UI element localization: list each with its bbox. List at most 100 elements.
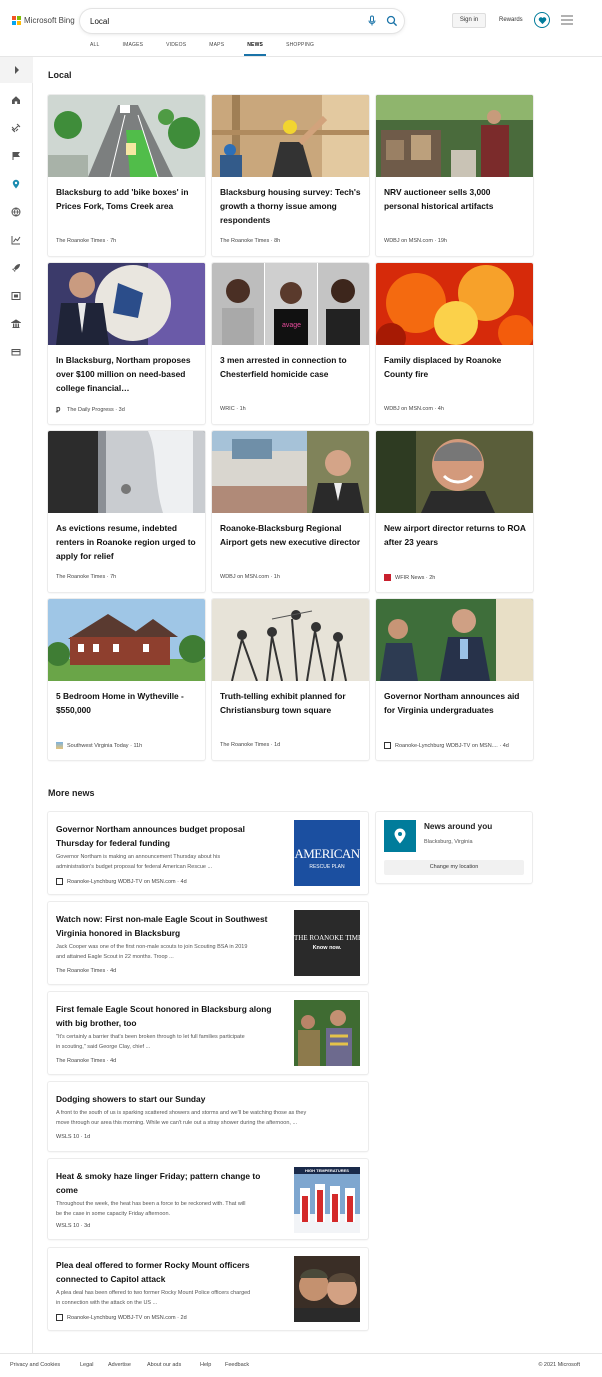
more-news-item[interactable]: Plea deal offered to former Rocky Mount … xyxy=(48,1248,368,1330)
footer-link-advertise[interactable]: Advertise xyxy=(108,1362,131,1368)
footer-link-about-ads[interactable]: About our ads xyxy=(147,1362,181,1368)
more-news-source: WSLS 10 · 1d xyxy=(56,1134,91,1140)
more-news-item[interactable]: Dodging showers to start our Sunday A fr… xyxy=(48,1082,368,1151)
more-news-source: Roanoke-Lynchburg WDBJ-TV on MSN.com · 4… xyxy=(56,878,187,885)
more-news-headline[interactable]: Watch now: First non-male Eagle Scout in… xyxy=(56,912,267,940)
more-news-headline[interactable]: Governor Northam announces budget propos… xyxy=(56,822,245,850)
news-title[interactable]: In Blacksburg, Northam proposes over $10… xyxy=(56,353,198,395)
news-thumbnail xyxy=(294,1000,360,1066)
news-card[interactable]: NRV auctioneer sells 3,000 personal hist… xyxy=(376,95,533,256)
news-image xyxy=(212,431,369,513)
tab-videos[interactable]: VIDEOS xyxy=(166,42,186,56)
news-source: The Roanoke Times · 8h xyxy=(220,238,281,244)
news-title[interactable]: New airport director returns to ROA afte… xyxy=(384,521,526,549)
more-news-title: More news xyxy=(48,788,95,798)
rail-toggle-button[interactable] xyxy=(0,57,33,83)
news-card[interactable]: As evictions resume, indebted renters in… xyxy=(48,431,205,592)
news-title[interactable]: Governor Northam announces aid for Virgi… xyxy=(384,689,526,717)
news-thumbnail: THE ROANOKE TIMES Know now. xyxy=(294,910,360,976)
more-news-snippet: A plea deal has been offered to two form… xyxy=(56,1290,251,1306)
news-title[interactable]: NRV auctioneer sells 3,000 personal hist… xyxy=(384,185,526,213)
news-card[interactable]: 5 Bedroom Home in Wytheville - $550,000 … xyxy=(48,599,205,760)
source-logo-icon xyxy=(384,574,391,581)
tab-news[interactable]: NEWS xyxy=(244,42,266,56)
location-pin-icon xyxy=(384,820,416,852)
tab-maps[interactable]: MAPS xyxy=(209,42,224,56)
source-logo-icon: ꝑ xyxy=(56,406,61,413)
footer-link-feedback[interactable]: Feedback xyxy=(225,1362,249,1368)
bank-icon[interactable] xyxy=(11,319,21,329)
footer-link-legal[interactable]: Legal xyxy=(80,1362,93,1368)
news-title[interactable]: Blacksburg to add 'bike boxes' in Prices… xyxy=(56,185,198,213)
chevron-right-icon xyxy=(14,66,19,74)
microphone-icon[interactable] xyxy=(366,15,378,27)
search-icon[interactable] xyxy=(386,15,398,27)
more-news-headline[interactable]: First female Eagle Scout honored in Blac… xyxy=(56,1002,271,1030)
news-title[interactable]: 5 Bedroom Home in Wytheville - $550,000 xyxy=(56,689,198,717)
news-around-you-title: News around you xyxy=(424,822,493,831)
footer-link-privacy[interactable]: Privacy and Cookies xyxy=(10,1362,60,1368)
hamburger-menu-icon[interactable] xyxy=(561,15,573,25)
search-input[interactable] xyxy=(90,14,360,28)
news-image xyxy=(376,263,533,345)
bing-logo[interactable]: Microsoft Bing xyxy=(12,16,75,25)
news-title[interactable]: Blacksburg housing survey: Tech's growth… xyxy=(220,185,362,227)
news-card[interactable]: Blacksburg housing survey: Tech's growth… xyxy=(212,95,369,256)
tab-images[interactable]: IMAGES xyxy=(123,42,144,56)
home-icon[interactable] xyxy=(11,95,21,105)
footer-link-help[interactable]: Help xyxy=(200,1362,211,1368)
news-card[interactable]: New airport director returns to ROA afte… xyxy=(376,431,533,592)
news-image xyxy=(212,95,369,177)
chart-icon[interactable] xyxy=(11,235,21,245)
tab-shopping[interactable]: SHOPPING xyxy=(286,42,314,56)
news-card[interactable]: Roanoke-Blacksburg Regional Airport gets… xyxy=(212,431,369,592)
news-source: The Roanoke Times · 7h xyxy=(56,574,117,580)
more-news-headline[interactable]: Heat & smoky haze linger Friday; pattern… xyxy=(56,1169,260,1197)
news-image xyxy=(48,431,205,513)
news-image: avage xyxy=(212,263,369,345)
news-source: WRIC · 1h xyxy=(220,406,246,412)
more-news-snippet: Governor Northam is making an announceme… xyxy=(56,854,221,870)
news-title[interactable]: Truth-telling exhibit planned for Christ… xyxy=(220,689,362,717)
news-card[interactable]: Blacksburg to add 'bike boxes' in Prices… xyxy=(48,95,205,256)
news-title[interactable]: Roanoke-Blacksburg Regional Airport gets… xyxy=(220,521,362,549)
change-location-button[interactable]: Change my location xyxy=(384,860,524,875)
sign-in-button[interactable]: Sign in xyxy=(452,13,486,28)
satellite-icon[interactable] xyxy=(11,123,21,133)
film-icon[interactable] xyxy=(11,291,21,301)
more-news-item[interactable]: First female Eagle Scout honored in Blac… xyxy=(48,992,368,1074)
search-tabs: ALL IMAGES VIDEOS MAPS NEWS SHOPPING xyxy=(90,42,337,56)
more-news-headline[interactable]: Plea deal offered to former Rocky Mount … xyxy=(56,1258,250,1286)
news-title[interactable]: 3 men arrested in connection to Chesterf… xyxy=(220,353,362,381)
more-news-item[interactable]: Governor Northam announces budget propos… xyxy=(48,812,368,894)
news-card[interactable]: In Blacksburg, Northam proposes over $10… xyxy=(48,263,205,424)
news-title[interactable]: As evictions resume, indebted renters in… xyxy=(56,521,198,563)
flag-icon[interactable] xyxy=(11,151,21,161)
search-box xyxy=(80,9,404,33)
globe-icon[interactable] xyxy=(11,207,21,217)
location-pin-icon[interactable] xyxy=(11,179,21,189)
rewards-link[interactable]: Rewards xyxy=(499,17,523,23)
more-news-headline[interactable]: Dodging showers to start our Sunday xyxy=(56,1092,205,1106)
local-section-title: Local xyxy=(48,70,72,80)
card-icon[interactable] xyxy=(11,347,21,357)
rocket-icon[interactable] xyxy=(11,263,21,273)
news-card[interactable]: Truth-telling exhibit planned for Christ… xyxy=(212,599,369,760)
news-card[interactable]: Governor Northam announces aid for Virgi… xyxy=(376,599,533,760)
more-news-source: WSLS 10 · 3d xyxy=(56,1223,91,1229)
source-logo-icon xyxy=(56,742,63,749)
news-image xyxy=(48,95,205,177)
news-title[interactable]: Family displaced by Roanoke County fire xyxy=(384,353,526,381)
news-card[interactable]: Family displaced by Roanoke County fire … xyxy=(376,263,533,424)
tab-all[interactable]: ALL xyxy=(90,42,100,56)
news-source: Southwest Virginia Today · 11h xyxy=(56,742,142,749)
news-card[interactable]: avage 3 men arrested in connection to Ch… xyxy=(212,263,369,424)
news-source: WFIR News · 2h xyxy=(384,574,435,581)
news-source: WDBJ on MSN.com · 1h xyxy=(220,574,280,580)
more-news-item[interactable]: Watch now: First non-male Eagle Scout in… xyxy=(48,902,368,984)
more-news-item[interactable]: Heat & smoky haze linger Friday; pattern… xyxy=(48,1159,368,1239)
news-thumbnail xyxy=(294,1256,360,1322)
news-source: WDBJ on MSN.com · 19h xyxy=(384,238,447,244)
more-news-source: The Roanoke Times · 4d xyxy=(56,968,117,974)
rewards-badge-icon[interactable] xyxy=(534,12,550,28)
